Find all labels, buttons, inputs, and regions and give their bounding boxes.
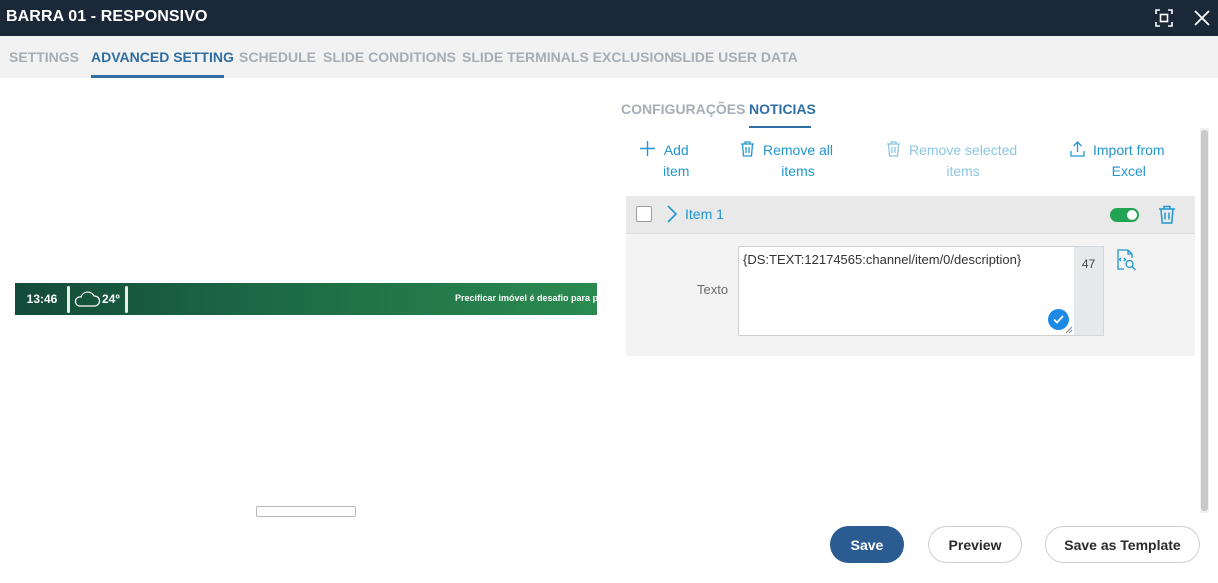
slide-preview: 13:46 24º Precificar imóvel é desafio pa…: [15, 283, 597, 315]
tab-settings[interactable]: SETTINGS: [9, 49, 79, 65]
tab-advanced-setting[interactable]: ADVANCED SETTING: [91, 49, 234, 65]
code-search-icon[interactable]: [1115, 249, 1137, 271]
upload-icon: [1070, 141, 1085, 157]
preview-divider: [67, 286, 70, 313]
cloud-icon: [74, 291, 101, 307]
trash-icon: [741, 141, 754, 157]
item-select-checkbox[interactable]: [636, 206, 652, 222]
trash-icon: [887, 141, 900, 157]
active-subtab-indicator: [749, 126, 811, 128]
tab-slide-user-data[interactable]: SLIDE USER DATA: [673, 49, 798, 65]
save-button[interactable]: Save: [830, 526, 904, 563]
char-counter: 47: [1074, 246, 1104, 336]
tab-schedule[interactable]: SCHEDULE: [239, 49, 316, 65]
close-button[interactable]: [1190, 6, 1214, 30]
preview-temperature: 24º: [102, 292, 120, 306]
add-item-button[interactable]: Add item: [640, 140, 689, 182]
delete-item-icon[interactable]: [1158, 205, 1176, 224]
subtab-configuracoes[interactable]: CONFIGURAÇÕES: [621, 101, 745, 117]
tabs-bar: SETTINGS ADVANCED SETTING SCHEDULE SLIDE…: [0, 36, 1218, 78]
preview-mini-input[interactable]: [256, 506, 356, 517]
item-enabled-toggle[interactable]: [1110, 208, 1139, 222]
window-title: BARRA 01 - RESPONSIVO: [6, 8, 208, 25]
import-from-excel-button[interactable]: Import from Excel: [1070, 140, 1165, 182]
maximize-button[interactable]: [1152, 6, 1176, 30]
preview-weather: 24º: [71, 283, 127, 315]
tab-slide-terminals-exclusion[interactable]: SLIDE TERMINALS EXCLUSION: [462, 49, 674, 65]
preview-button[interactable]: Preview: [928, 526, 1022, 563]
preview-clock: 13:46: [26, 292, 58, 306]
resize-grip-icon[interactable]: [1065, 326, 1073, 334]
save-as-template-button[interactable]: Save as Template: [1045, 526, 1200, 563]
maximize-icon: [1155, 9, 1173, 27]
item-title[interactable]: Item 1: [685, 206, 724, 222]
window-titlebar: BARRA 01 - RESPONSIVO: [0, 0, 1218, 36]
toggle-knob: [1127, 210, 1137, 220]
preview-divider: [125, 286, 128, 313]
close-icon: [1194, 10, 1210, 26]
texto-textarea[interactable]: {DS:TEXT:12174565:channel/item/0/descrip…: [738, 246, 1075, 336]
active-tab-indicator: [91, 75, 224, 78]
remove-selected-items-button[interactable]: Remove selected items: [886, 140, 1017, 182]
preview-ticker: Precificar imóvel é desafio para p: [455, 293, 597, 303]
chevron-right-icon[interactable]: [666, 205, 678, 223]
tab-slide-conditions[interactable]: SLIDE CONDITIONS: [323, 49, 456, 65]
scrollbar-thumb[interactable]: [1201, 130, 1208, 511]
plus-icon: [640, 141, 655, 156]
texto-field-label: Texto: [697, 282, 729, 297]
subtab-noticias[interactable]: NOTICIAS: [749, 101, 816, 117]
remove-all-items-button[interactable]: Remove all items: [740, 140, 833, 182]
